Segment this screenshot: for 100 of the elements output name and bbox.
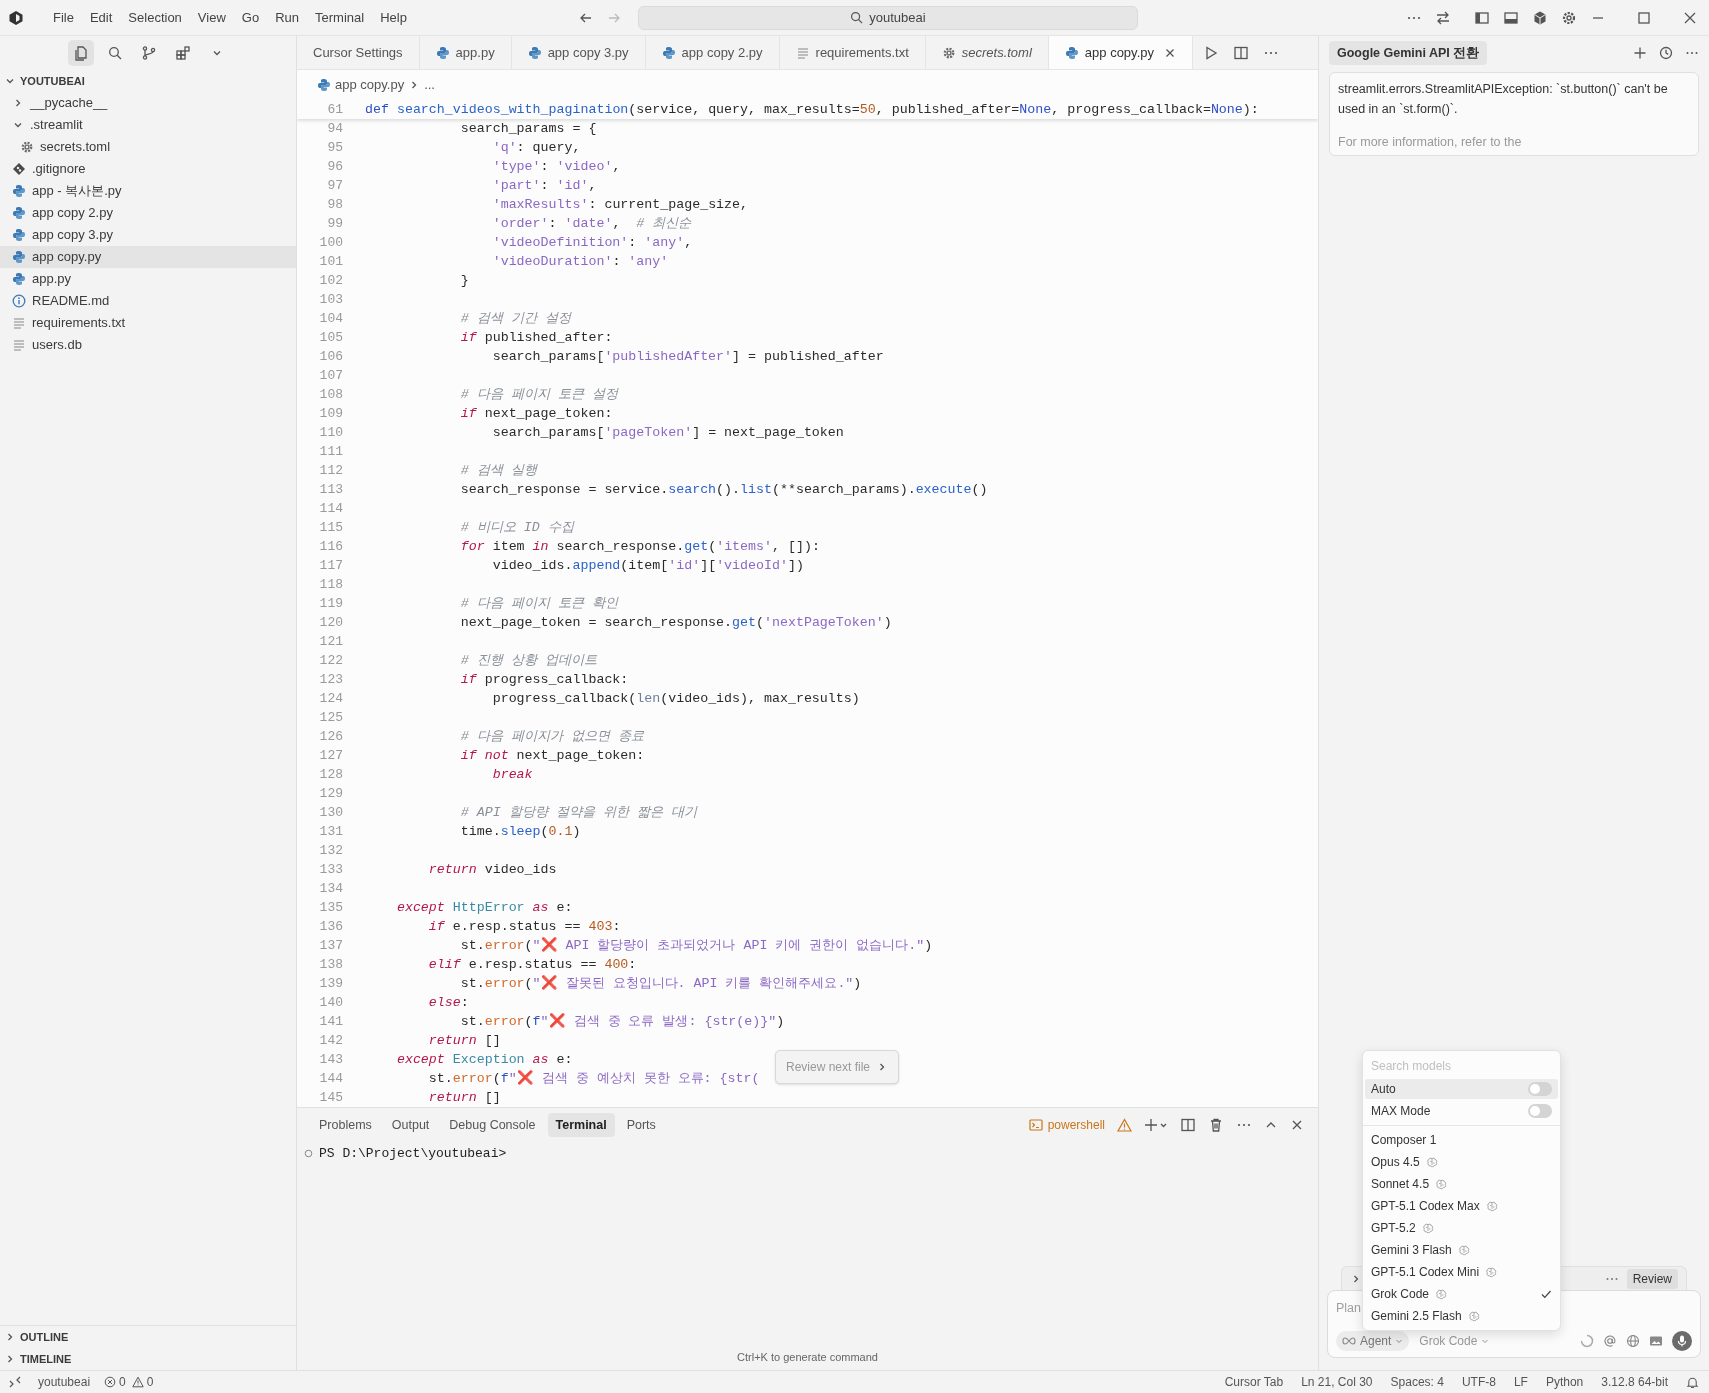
line-number: 131 <box>318 822 343 841</box>
line-number: 110 <box>318 423 343 442</box>
line-number: 128 <box>318 765 343 784</box>
line-number: 106 <box>318 347 343 366</box>
line-number: 137 <box>318 936 343 955</box>
line-number: 115 <box>318 518 343 537</box>
line-number: 97 <box>326 176 343 195</box>
line-number: 145 <box>318 1088 343 1107</box>
line-number: 144 <box>318 1069 343 1088</box>
line-number: 103 <box>318 290 343 309</box>
message-text: For more information, refer to the <box>1338 134 1523 151</box>
line-number: 122 <box>318 651 343 670</box>
line-number: 116 <box>318 537 343 556</box>
code-line: 'order': 'date', # 최신순 <box>491 214 692 233</box>
line-number: 61 <box>326 100 343 119</box>
code-line: 'q': query, <box>491 138 581 157</box>
line-number: 95 <box>326 138 343 157</box>
line-number: 107 <box>318 366 343 385</box>
code-line: elif e.resp.status == 400: <box>427 955 637 974</box>
line-number: 129 <box>318 784 343 803</box>
code-line: def search_videos_with_pagination(service, query, max_results=50, published_after=None, progress_callback=None): <box>365 100 1259 119</box>
code-line: if next_page_token: <box>459 404 613 423</box>
code-line: st.error("❌ 잘못된 요청입니다. API 키를 확인해주세요.") <box>459 974 862 993</box>
line-number: 136 <box>318 917 343 936</box>
code-line: else: <box>427 993 469 1012</box>
line-number: 108 <box>318 385 343 404</box>
line-number: 96 <box>326 157 343 176</box>
code-line: return [] <box>427 1031 501 1050</box>
line-number: 140 <box>318 993 343 1012</box>
line-number: 130 <box>318 803 343 822</box>
line-number: 94 <box>326 119 343 138</box>
message-text: streamlit.errors.StreamlitAPIException: `st.button()` can't be used in an `st.form()`. <box>1338 81 1669 118</box>
code-line: 'part': 'id', <box>491 176 597 195</box>
line-number: 133 <box>318 860 343 879</box>
line-number: 142 <box>318 1031 343 1050</box>
line-number: 143 <box>318 1050 343 1069</box>
code-line: for item in search_response.get('items', []): <box>459 537 820 556</box>
line-number: 127 <box>318 746 343 765</box>
code-line: st.error(f"❌ 검색 중 예상치 못한 오류: {str( <box>427 1069 760 1088</box>
line-number: 123 <box>318 670 343 689</box>
code-line: # 검색 기간 설정 <box>459 309 571 328</box>
line-number: 114 <box>318 499 343 518</box>
code-line: st.error("❌ API 할당량이 초과되었거나 API 키에 권한이 없습니다.") <box>459 936 933 955</box>
code-line: search_response = service.search().list(**search_params).execute() <box>459 480 988 499</box>
line-number: 135 <box>318 898 343 917</box>
line-number: 121 <box>318 632 343 651</box>
line-number: 99 <box>326 214 343 233</box>
line-number: 134 <box>318 879 343 898</box>
line-number: 109 <box>318 404 343 423</box>
terminal-prompt: PS D:\Project\youtubeai> <box>319 1145 507 1163</box>
line-number: 117 <box>318 556 343 575</box>
line-number: 118 <box>318 575 343 594</box>
code-line: video_ids.append(item['id']['videoId']) <box>491 556 804 575</box>
code-line: # API 할당량 절약을 위한 짧은 대기 <box>459 803 697 822</box>
code-line: if progress_callback: <box>459 670 629 689</box>
code-line: search_params['publishedAfter'] = published_after <box>491 347 884 366</box>
line-number: 120 <box>318 613 343 632</box>
code-line: time.sleep(0.1) <box>459 822 581 841</box>
line-number: 112 <box>318 461 343 480</box>
code-line: break <box>491 765 533 784</box>
code-line: # 다음 페이지가 없으면 종료 <box>459 727 644 746</box>
code-line: search_params['pageToken'] = next_page_token <box>491 423 844 442</box>
line-number: 132 <box>318 841 343 860</box>
terminal-hint: Ctrl+K to generate command <box>737 1349 878 1365</box>
code-line: # 다음 페이지 토큰 설정 <box>459 385 618 404</box>
code-line: except Exception as e: <box>395 1050 573 1069</box>
line-number: 124 <box>318 689 343 708</box>
code-line: 'maxResults': current_page_size, <box>491 195 749 214</box>
line-number: 101 <box>318 252 343 271</box>
code-line: progress_callback(len(video_ids), max_results) <box>491 689 860 708</box>
code-line: # 비디오 ID 수집 <box>459 518 574 537</box>
line-number: 111 <box>318 442 343 461</box>
line-number: 113 <box>318 480 343 499</box>
code-line: if not next_page_token: <box>459 746 645 765</box>
line-number: 139 <box>318 974 343 993</box>
line-number: 102 <box>318 271 343 290</box>
line-number: 104 <box>318 309 343 328</box>
code-line: if e.resp.status == 403: <box>427 917 621 936</box>
line-number: 100 <box>318 233 343 252</box>
code-line: } <box>459 271 469 290</box>
line-number: 105 <box>318 328 343 347</box>
line-number: 98 <box>326 195 343 214</box>
code-line: st.error(f"❌ 검색 중 오류 발생: {str(e)}") <box>459 1012 785 1031</box>
code-line: 'videoDefinition': 'any', <box>491 233 693 252</box>
code-line: search_params = { <box>459 119 597 138</box>
code-line: return video_ids <box>427 860 557 879</box>
line-number: 138 <box>318 955 343 974</box>
code-line: except HttpError as e: <box>395 898 573 917</box>
code-line: if published_after: <box>459 328 613 347</box>
code-line: 'type': 'video', <box>491 157 621 176</box>
line-number: 125 <box>318 708 343 727</box>
line-number: 119 <box>318 594 343 613</box>
code-line: # 다음 페이지 토큰 확인 <box>459 594 618 613</box>
code-line: next_page_token = search_response.get('nextPageToken') <box>459 613 892 632</box>
line-number: 126 <box>318 727 343 746</box>
line-number: 141 <box>318 1012 343 1031</box>
code-line: return [] <box>427 1088 501 1107</box>
code-line: # 진행 상황 업데이트 <box>459 651 597 670</box>
code-line: 'videoDuration': 'any' <box>491 252 669 271</box>
code-line: # 검색 실행 <box>459 461 537 480</box>
